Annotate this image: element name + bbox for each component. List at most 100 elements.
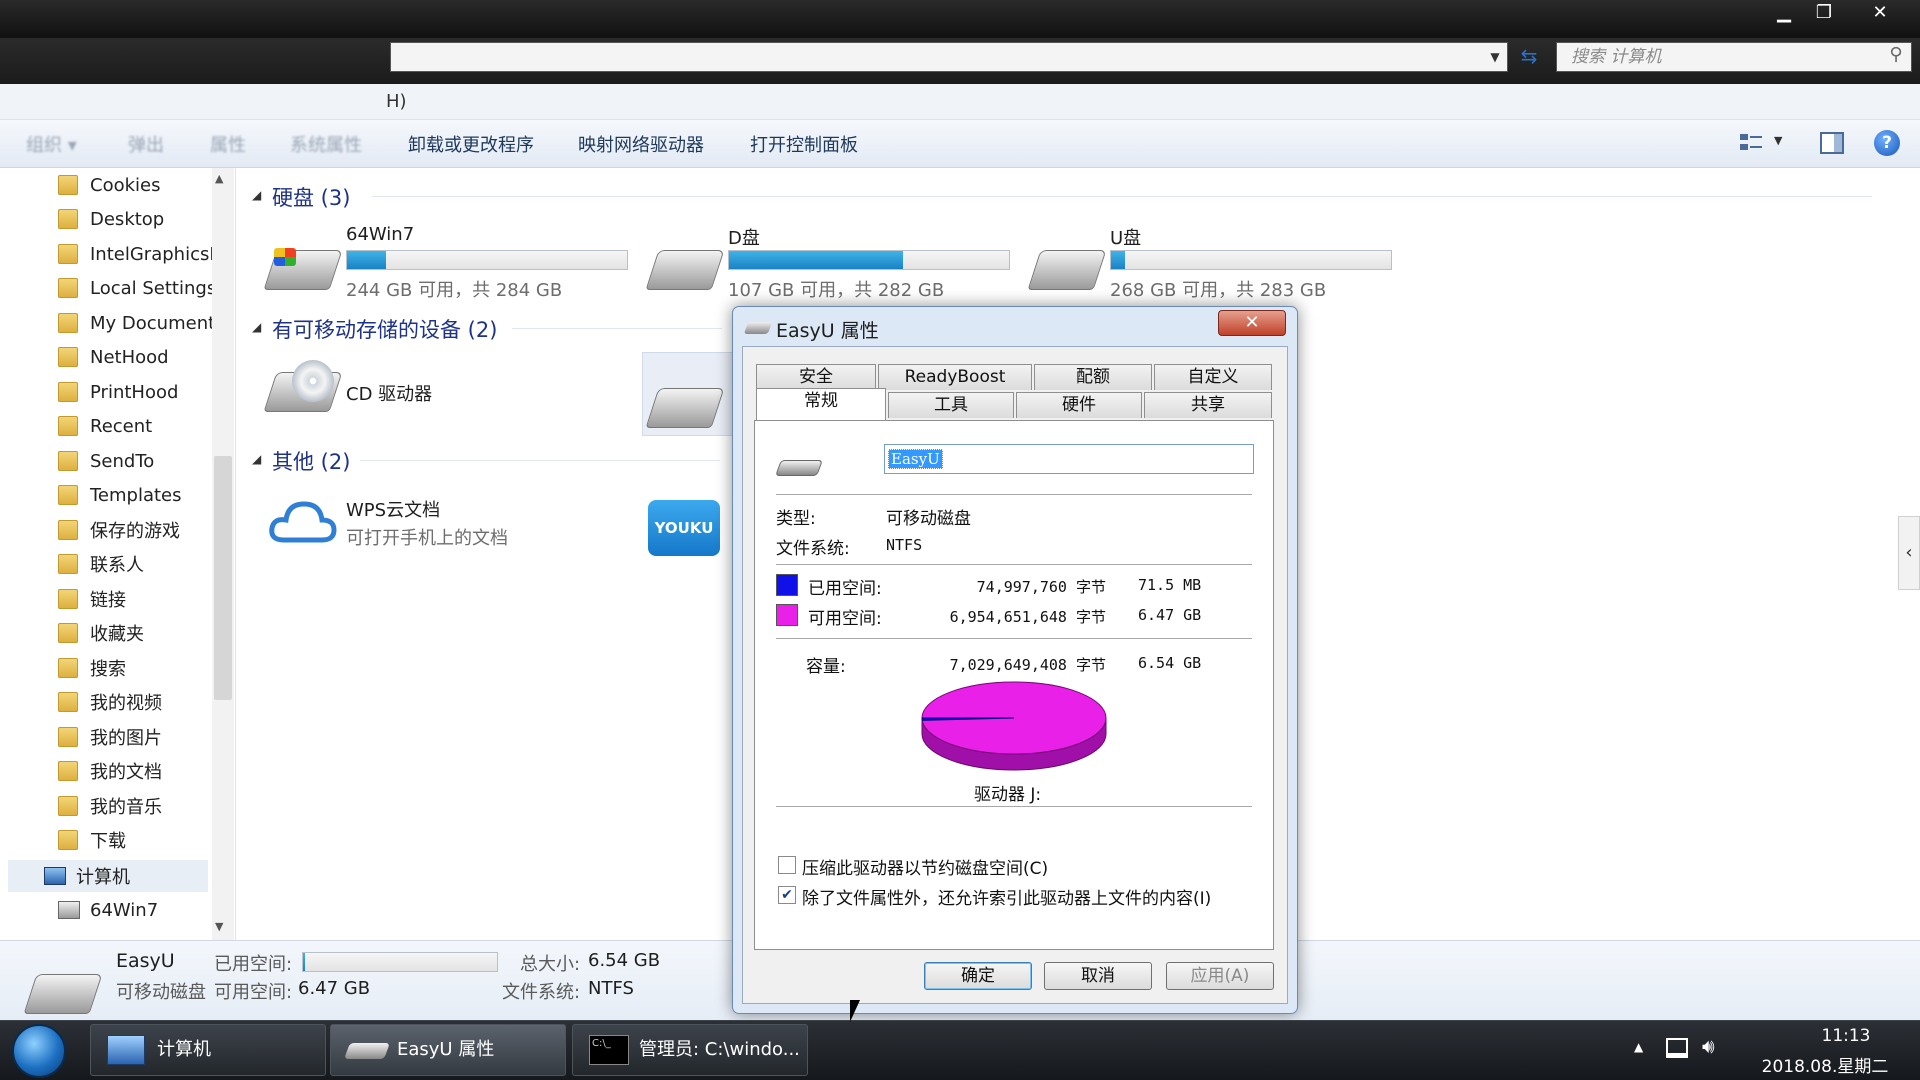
nav-item[interactable]: 链接 xyxy=(58,583,218,615)
folder-icon xyxy=(58,830,78,850)
start-button[interactable] xyxy=(12,1024,66,1078)
drive-info: 107 GB 可用，共 282 GB xyxy=(728,280,945,301)
collapse-icon[interactable]: ◢ xyxy=(252,320,261,334)
refresh-icon[interactable]: ⇆ xyxy=(1514,42,1544,72)
nav-item[interactable]: 我的音乐 xyxy=(58,790,218,822)
index-label[interactable]: 除了文件属性外，还允许索引此驱动器上文件的内容(I) xyxy=(802,884,1211,909)
collapse-icon[interactable]: ◢ xyxy=(252,452,261,466)
view-dropdown-icon[interactable]: ▼ xyxy=(1774,134,1782,147)
nav-item[interactable]: My Document xyxy=(58,307,218,339)
toolbar-eject[interactable]: 弹出 xyxy=(128,131,164,157)
preview-pane-icon[interactable] xyxy=(1820,132,1844,154)
tab-readyboost[interactable]: ReadyBoost xyxy=(878,364,1032,390)
folder-icon xyxy=(58,382,78,402)
cmd-icon: C:\_ xyxy=(589,1035,629,1065)
used-space-size: 71.5 MB xyxy=(1138,576,1202,594)
search-icon[interactable]: ⚲ xyxy=(1884,44,1908,70)
group-hdd-header[interactable]: 硬盘 (3) xyxy=(272,182,350,212)
cd-drive-name[interactable]: CD 驱动器 xyxy=(346,380,432,406)
nav-item[interactable]: 搜索 xyxy=(58,652,218,684)
nav-item[interactable]: IntelGraphicsP xyxy=(58,238,218,270)
folder-icon xyxy=(58,416,78,436)
expand-pane-icon[interactable]: ‹ xyxy=(1898,516,1920,590)
toolbar-control-panel[interactable]: 打开控制面板 xyxy=(750,131,858,157)
taskbar-item-cmd[interactable]: C:\_ 管理员: C:\windo... xyxy=(572,1024,808,1076)
nav-item-computer[interactable]: 计算机 xyxy=(44,860,204,892)
drive-icon xyxy=(58,901,80,919)
drive-usage-bar xyxy=(728,250,1010,270)
drive-name[interactable]: D盘 xyxy=(728,224,760,250)
toolbar-system-properties[interactable]: 系统属性 xyxy=(290,131,362,157)
free-space-label: 可用空间: xyxy=(808,609,882,629)
tab-general[interactable]: 常规 xyxy=(756,388,886,420)
clock-date[interactable]: 2018.08.星期二 xyxy=(1754,1052,1896,1077)
wps-name[interactable]: WPS云文档 xyxy=(346,496,440,522)
nav-item[interactable]: 我的图片 xyxy=(58,721,218,753)
nav-item[interactable]: PrintHood xyxy=(58,376,218,408)
nav-item[interactable]: NetHood xyxy=(58,341,218,373)
nav-scroll-thumb[interactable] xyxy=(214,456,232,700)
tab-tools[interactable]: 工具 xyxy=(888,392,1014,418)
collapse-icon[interactable]: ◢ xyxy=(252,188,261,202)
volume-name-text[interactable]: EasyU xyxy=(888,449,943,469)
tab-quota[interactable]: 配额 xyxy=(1034,364,1152,390)
address-dropdown-icon[interactable]: ▼ xyxy=(1482,42,1508,72)
nav-item[interactable]: 收藏夹 xyxy=(58,617,218,649)
maximize-button[interactable]: ❐ xyxy=(1804,0,1844,28)
tab-sharing[interactable]: 共享 xyxy=(1144,392,1272,418)
nav-item[interactable]: Local Settings xyxy=(58,272,218,304)
group-divider xyxy=(372,196,1872,197)
show-hidden-icons[interactable]: ▲ xyxy=(1634,1040,1643,1054)
nav-item[interactable]: 我的视频 xyxy=(58,686,218,718)
nav-item[interactable]: Desktop xyxy=(58,203,218,235)
apply-button[interactable]: 应用(A) xyxy=(1166,962,1274,990)
nav-item[interactable]: Recent xyxy=(58,410,218,442)
nav-item[interactable]: Cookies xyxy=(58,169,218,201)
drive-name[interactable]: 64Win7 xyxy=(346,224,414,245)
separator xyxy=(776,494,1252,495)
taskbar-item-computer[interactable]: 计算机 xyxy=(90,1024,326,1076)
cancel-button[interactable]: 取消 xyxy=(1044,962,1152,990)
toolbar-properties[interactable]: 属性 xyxy=(210,131,246,157)
nav-item[interactable]: 我的文档 xyxy=(58,755,218,787)
scroll-up-icon[interactable]: ▲ xyxy=(215,172,223,185)
compress-label[interactable]: 压缩此驱动器以节约磁盘空间(C) xyxy=(802,854,1048,879)
nav-item[interactable]: Templates xyxy=(58,479,218,511)
volume-icon[interactable]: 🔊︎ xyxy=(1702,1034,1715,1058)
minimize-button[interactable]: ▁ xyxy=(1764,0,1804,28)
nav-item[interactable]: 联系人 xyxy=(58,548,218,580)
toolbar-uninstall[interactable]: 卸载或更改程序 xyxy=(408,131,534,157)
folder-icon xyxy=(58,589,78,609)
index-checkbox[interactable]: ✔ xyxy=(778,886,796,904)
toolbar-map-drive[interactable]: 映射网络驱动器 xyxy=(578,131,704,157)
capacity-size: 6.54 GB xyxy=(1138,654,1202,672)
tab-security[interactable]: 安全 xyxy=(756,364,876,390)
tab-customize[interactable]: 自定义 xyxy=(1154,364,1272,390)
tab-hardware[interactable]: 硬件 xyxy=(1016,392,1142,418)
close-button[interactable]: ✕ xyxy=(1854,0,1906,28)
folder-icon xyxy=(58,761,78,781)
clock-time[interactable]: 11:13 xyxy=(1796,1026,1896,1046)
nav-item[interactable]: 保存的游戏 xyxy=(58,514,218,546)
search-input[interactable]: 搜索 计算机 xyxy=(1556,42,1912,72)
view-options-icon[interactable] xyxy=(1738,132,1764,154)
youku-icon[interactable]: YOUKU xyxy=(648,500,720,556)
dialog-close-button[interactable]: ✕ xyxy=(1218,310,1286,336)
group-removable-header[interactable]: 有可移动存储的设备 (2) xyxy=(272,314,497,344)
toolbar-organize[interactable]: 组织 ▾ xyxy=(26,131,77,157)
nav-item-drive[interactable]: 64Win7 xyxy=(58,894,218,926)
network-icon[interactable] xyxy=(1666,1038,1688,1058)
compress-checkbox[interactable] xyxy=(778,856,796,874)
group-other-header[interactable]: 其他 (2) xyxy=(272,446,350,476)
folder-icon xyxy=(58,692,78,712)
folder-icon xyxy=(58,278,78,298)
nav-item[interactable]: 下载 xyxy=(58,824,218,856)
help-icon[interactable]: ? xyxy=(1874,130,1900,156)
nav-item[interactable]: SendTo xyxy=(58,445,218,477)
ok-button[interactable]: 确定 xyxy=(924,962,1032,990)
menu-help[interactable]: H) xyxy=(386,91,407,112)
taskbar-item-properties[interactable]: EasyU 属性 xyxy=(330,1024,566,1076)
drive-name[interactable]: U盘 xyxy=(1110,224,1141,250)
address-field[interactable] xyxy=(390,42,1508,72)
scroll-down-icon[interactable]: ▼ xyxy=(215,920,223,933)
